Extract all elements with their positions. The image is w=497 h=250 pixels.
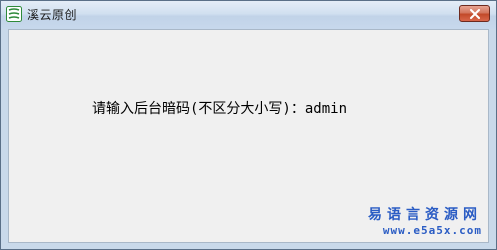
client-area: 请输入后台暗码(不区分大小写)：admin 易语言资源网 www.e5a5x.c… [8, 29, 489, 243]
watermark: 易语言资源网 www.e5a5x.com [366, 202, 484, 242]
prompt-label: 请输入后台暗码(不区分大小写)：admin [92, 101, 348, 117]
app-logo-icon [6, 6, 22, 22]
close-icon [460, 6, 489, 21]
watermark-url: www.e5a5x.com [382, 224, 482, 237]
watermark-site-name: 易语言资源网 [368, 207, 482, 223]
close-button[interactable] [459, 5, 490, 22]
window-title: 溪云原创 [27, 8, 78, 22]
title-bar[interactable]: 溪云原创 [1, 1, 496, 29]
app-window: 溪云原创 请输入后台暗码(不区分大小写)：admin 易语言资源网 www.e5… [0, 0, 497, 250]
